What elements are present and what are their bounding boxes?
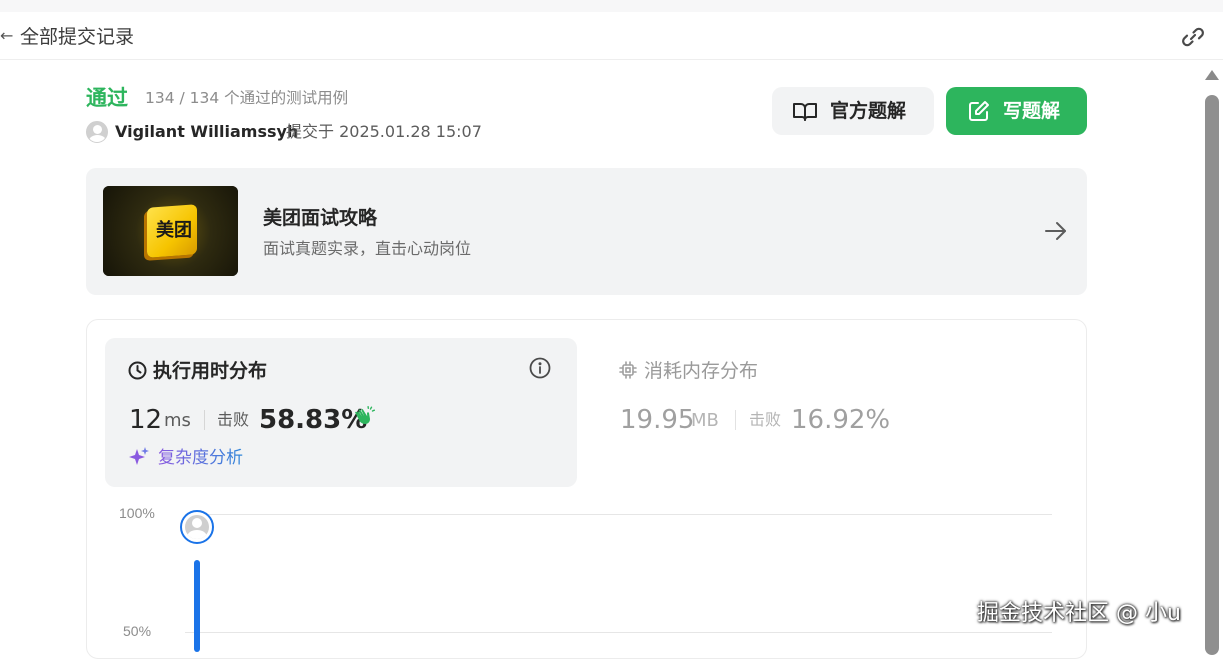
divider: [735, 410, 736, 430]
memory-beats-label: 击败: [749, 410, 782, 429]
scrollbar-thumb[interactable]: [1205, 95, 1219, 655]
official-solution-button[interactable]: 官方题解: [772, 87, 934, 135]
runtime-title: 执行用时分布: [153, 360, 268, 382]
scroll-up-arrow-icon[interactable]: [1205, 70, 1219, 80]
author-name[interactable]: Vigilant Williamssyh: [115, 122, 298, 142]
info-icon[interactable]: [529, 357, 551, 379]
complexity-analysis-link[interactable]: 复杂度分析: [158, 447, 243, 469]
back-arrow-icon[interactable]: ←: [0, 26, 13, 46]
runtime-beats-label: 击败: [217, 410, 250, 429]
user-runtime-bar[interactable]: [194, 560, 200, 652]
gridline: [185, 514, 1052, 515]
memory-unit: MB: [691, 410, 719, 431]
page-title[interactable]: 全部提交记录: [20, 24, 134, 50]
runtime-panel[interactable]: 执行用时分布 12 ms 击败 58.83% 复杂度分析: [105, 338, 577, 487]
promo-banner[interactable]: 美团 美团面试攻略 面试真题实录，直击心动岗位: [86, 168, 1087, 295]
user-avatar-marker[interactable]: [180, 510, 214, 544]
memory-panel[interactable]: 消耗内存分布 19.95 MB 击败 16.92%: [600, 338, 1072, 487]
gridline: [185, 632, 1052, 633]
juejin-watermark: 掘金技术社区 @ 小u: [977, 601, 1181, 626]
top-strip: [0, 0, 1223, 12]
y-tick-label: 100%: [119, 505, 155, 521]
author-avatar[interactable]: [86, 121, 108, 143]
status-accepted: 通过: [86, 86, 128, 110]
write-solution-label: 写题解: [1003, 100, 1061, 122]
arrow-right-icon[interactable]: [1044, 221, 1068, 241]
runtime-distribution-chart[interactable]: 100% 50%: [105, 500, 1065, 652]
official-solution-label: 官方题解: [830, 100, 907, 122]
divider: [204, 410, 205, 430]
clapping-hands-icon: [351, 406, 375, 430]
banner-title: 美团面试攻略: [263, 207, 378, 229]
runtime-value: 12: [129, 405, 163, 435]
runtime-unit: ms: [164, 410, 191, 431]
submitted-time: 提交于 2025.01.28 15:07: [286, 122, 482, 141]
sparkle-icon: [128, 446, 150, 468]
memory-chip-icon: [619, 361, 637, 379]
book-icon: [792, 100, 818, 122]
memory-title: 消耗内存分布: [644, 360, 759, 382]
edit-icon: [968, 100, 990, 122]
memory-value: 19.95: [620, 405, 695, 435]
banner-subtitle: 面试真题实录，直击心动岗位: [263, 239, 472, 258]
meituan-logo-image: 美团: [103, 186, 238, 276]
y-tick-label: 50%: [123, 623, 152, 639]
write-solution-button[interactable]: 写题解: [946, 87, 1087, 135]
clock-icon: [128, 361, 147, 380]
header-bar: ← 全部提交记录: [0, 12, 1223, 60]
testcase-summary: 134 / 134 个通过的测试用例: [145, 89, 349, 107]
link-icon[interactable]: [1180, 24, 1206, 50]
memory-beats-value: 16.92%: [791, 405, 891, 435]
